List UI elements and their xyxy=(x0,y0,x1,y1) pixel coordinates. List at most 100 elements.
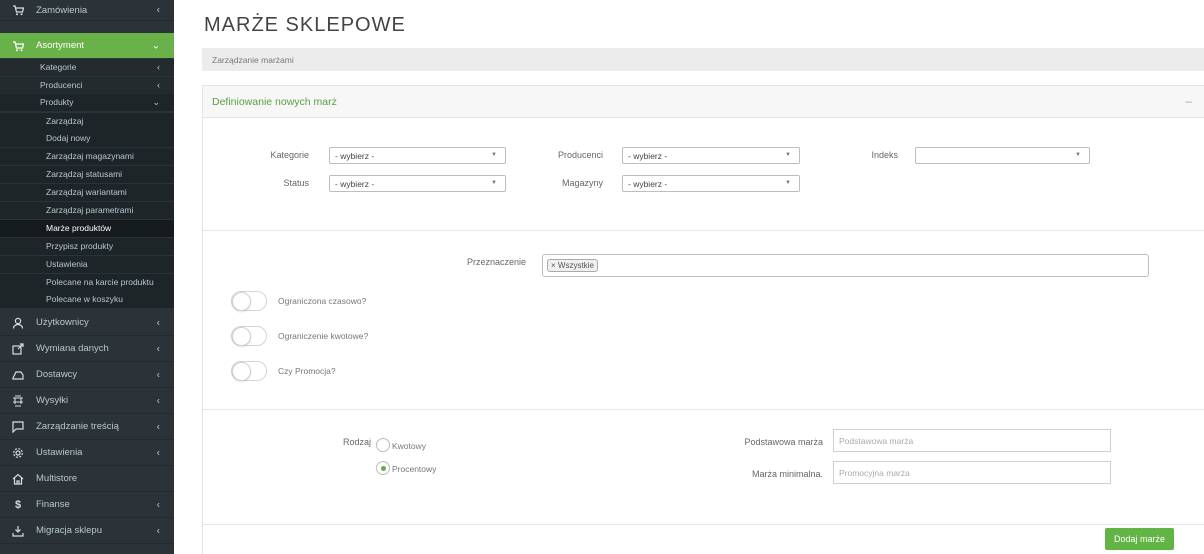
sidebar-item-label: Multistore xyxy=(36,473,78,484)
sidebar-subitem-przypisz[interactable]: Przypisz produkty xyxy=(0,238,174,255)
sidebar-item-label: Wymiana danych xyxy=(36,343,109,354)
chevron-left-icon: ‹ xyxy=(156,499,160,510)
sidebar-item-multistore[interactable]: Multistore xyxy=(0,466,174,492)
dropdown-arrow-icon: ▼ xyxy=(785,180,791,186)
podstawowa-marza-input[interactable] xyxy=(833,429,1111,452)
chevron-left-icon: ‹ xyxy=(157,62,160,73)
sidebar-item-asortyment[interactable]: Asortyment ⌄ xyxy=(0,33,174,58)
chevron-left-icon: ‹ xyxy=(156,395,160,406)
section-divider xyxy=(203,230,1204,231)
status-select[interactable]: - wybierz - ▼ xyxy=(329,175,506,192)
amount-limit-toggle[interactable] xyxy=(231,326,267,346)
kategorie-label: Kategorie xyxy=(270,150,309,160)
radio-procentowy[interactable] xyxy=(376,461,390,475)
sidebar-item-label: Zarządzanie treścią xyxy=(36,421,119,432)
exchange-icon xyxy=(0,342,36,355)
collapse-icon[interactable]: – xyxy=(1185,94,1192,108)
sidebar-item-label: Dostawcy xyxy=(36,369,78,380)
chevron-left-icon: ‹ xyxy=(156,525,160,536)
dropdown-arrow-icon: ▼ xyxy=(491,152,497,158)
sidebar-subitem-label: Zarządzaj statusami xyxy=(46,169,123,180)
rodzaj-label: Rodzaj xyxy=(342,437,371,447)
marza-minimalna-input[interactable] xyxy=(833,461,1111,484)
dropdown-arrow-icon: ▼ xyxy=(1075,152,1081,158)
sidebar-subitem-polecane-karta[interactable]: Polecane na karcie produktu xyxy=(0,274,174,291)
sidebar-subitem-label: Dodaj nowy xyxy=(46,133,91,144)
sidebar-subitem-producenci[interactable]: Producenci ‹ xyxy=(0,77,174,94)
sidebar-subitem-label: Producenci xyxy=(40,80,83,91)
home-icon xyxy=(0,473,36,485)
supplier-icon xyxy=(0,369,36,381)
sidebar-subitem-warianty[interactable]: Zarządzaj wariantami xyxy=(0,184,174,201)
magazyny-select[interactable]: - wybierz - ▼ xyxy=(622,175,800,192)
producenci-value: - wybierz - xyxy=(628,150,668,161)
przeznaczenie-label: Przeznaczenie xyxy=(466,257,526,267)
status-label: Status xyxy=(283,178,309,188)
sidebar-subitem-marze-produktow[interactable]: Marże produktów xyxy=(0,220,174,237)
producenci-label: Producenci xyxy=(557,150,603,160)
time-limit-toggle[interactable] xyxy=(231,291,267,311)
time-limit-label: Ograniczona czasowo? xyxy=(278,296,367,306)
add-margin-button[interactable]: Dodaj marże xyxy=(1104,528,1174,550)
sidebar-item-zamowienia[interactable]: Zamówienia ‹ xyxy=(0,0,174,21)
przeznaczenie-tags-input[interactable]: × Wszystkie xyxy=(542,254,1149,277)
radio-procentowy-label: Procentowy xyxy=(392,464,437,474)
toggle-knob xyxy=(232,362,251,381)
sidebar-item-label: Ustawienia xyxy=(36,447,83,458)
sidebar-subitem-label: Zarządzaj parametrami xyxy=(46,205,134,216)
chevron-down-icon: ⌄ xyxy=(151,40,160,51)
cart-icon xyxy=(0,4,36,16)
radio-kwotowy[interactable] xyxy=(376,438,390,452)
sidebar-subitem-label: Marże produktów xyxy=(46,223,112,234)
sidebar-item-label: Zamówienia xyxy=(36,4,88,16)
indeks-select[interactable]: ▼ xyxy=(915,147,1090,164)
amount-limit-label: Ograniczenie kwotowe? xyxy=(278,331,369,341)
sidebar-subitem-magazyny[interactable]: Zarządzaj magazynami xyxy=(0,148,174,165)
producenci-select[interactable]: - wybierz - ▼ xyxy=(622,147,800,164)
podstawowa-marza-label: Podstawowa marża xyxy=(744,437,823,447)
sidebar-item-migracja[interactable]: Migracja sklepu ‹ xyxy=(0,518,174,544)
sidebar-item-wysylki[interactable]: Wysyłki ‹ xyxy=(0,388,174,414)
sidebar-subitem-label: Produkty xyxy=(40,97,74,108)
kategorie-value: - wybierz - xyxy=(335,150,375,161)
sidebar-item-ustawienia[interactable]: Ustawienia ‹ xyxy=(0,440,174,466)
sidebar-subitem-dodaj-nowy[interactable]: Dodaj nowy xyxy=(0,130,174,147)
sidebar-item-zarzadzanie-trescia[interactable]: Zarządzanie treścią ‹ xyxy=(0,414,174,440)
sidebar-item-label: Finanse xyxy=(36,499,70,510)
panel-title: Definiowanie nowych marż xyxy=(212,95,337,108)
cart-icon xyxy=(0,40,36,52)
sidebar-subitem-label: Polecane na karcie produktu xyxy=(46,277,154,288)
dropdown-arrow-icon: ▼ xyxy=(491,180,497,186)
shipping-icon xyxy=(0,394,36,407)
page-title: MARŻE SKLEPOWE xyxy=(204,14,406,36)
sidebar-subitem-zarzadzaj[interactable]: Zarządzaj xyxy=(0,113,174,130)
sidebar-item-uzytkownicy[interactable]: Użytkownicy ‹ xyxy=(0,310,174,336)
sidebar-item-label: Migracja sklepu xyxy=(36,525,102,536)
sidebar-subitem-ustawienia[interactable]: Ustawienia xyxy=(0,256,174,273)
sidebar-subitem-kategorie[interactable]: Kategorie ‹ xyxy=(0,59,174,76)
sidebar-subitem-produkty[interactable]: Produkty ⌄ xyxy=(0,94,174,111)
status-value: - wybierz - xyxy=(335,178,375,189)
sidebar-item-finanse[interactable]: $ Finanse ‹ xyxy=(0,492,174,518)
sidebar-subitem-label: Polecane w koszyku xyxy=(46,294,124,305)
breadcrumb-item[interactable]: Zarządzanie marżami xyxy=(212,55,294,65)
chevron-left-icon: ‹ xyxy=(156,421,160,432)
sidebar-subitem-label: Kategorie xyxy=(40,62,77,73)
section-divider xyxy=(203,524,1204,525)
kategorie-select[interactable]: - wybierz - ▼ xyxy=(329,147,506,164)
chevron-down-icon: ⌄ xyxy=(152,96,160,107)
promotion-toggle[interactable] xyxy=(231,361,267,381)
user-icon xyxy=(0,317,36,329)
gear-icon xyxy=(0,447,36,459)
sidebar-item-label: Użytkownicy xyxy=(36,317,89,328)
toggle-knob xyxy=(232,292,251,311)
sidebar-subitem-statusy[interactable]: Zarządzaj statusami xyxy=(0,166,174,183)
sidebar-subitem-parametry[interactable]: Zarządzaj parametrami xyxy=(0,202,174,219)
sidebar-subitem-label: Zarządzaj xyxy=(46,116,84,127)
sidebar-subitem-label: Ustawienia xyxy=(46,259,88,270)
sidebar-item-wymiana-danych[interactable]: Wymiana danych ‹ xyxy=(0,336,174,362)
tag-wszystkie[interactable]: × Wszystkie xyxy=(547,259,598,272)
chevron-left-icon: ‹ xyxy=(156,4,160,16)
sidebar-subitem-polecane-koszyk[interactable]: Polecane w koszyku xyxy=(0,291,174,308)
sidebar-item-dostawcy[interactable]: Dostawcy ‹ xyxy=(0,362,174,388)
